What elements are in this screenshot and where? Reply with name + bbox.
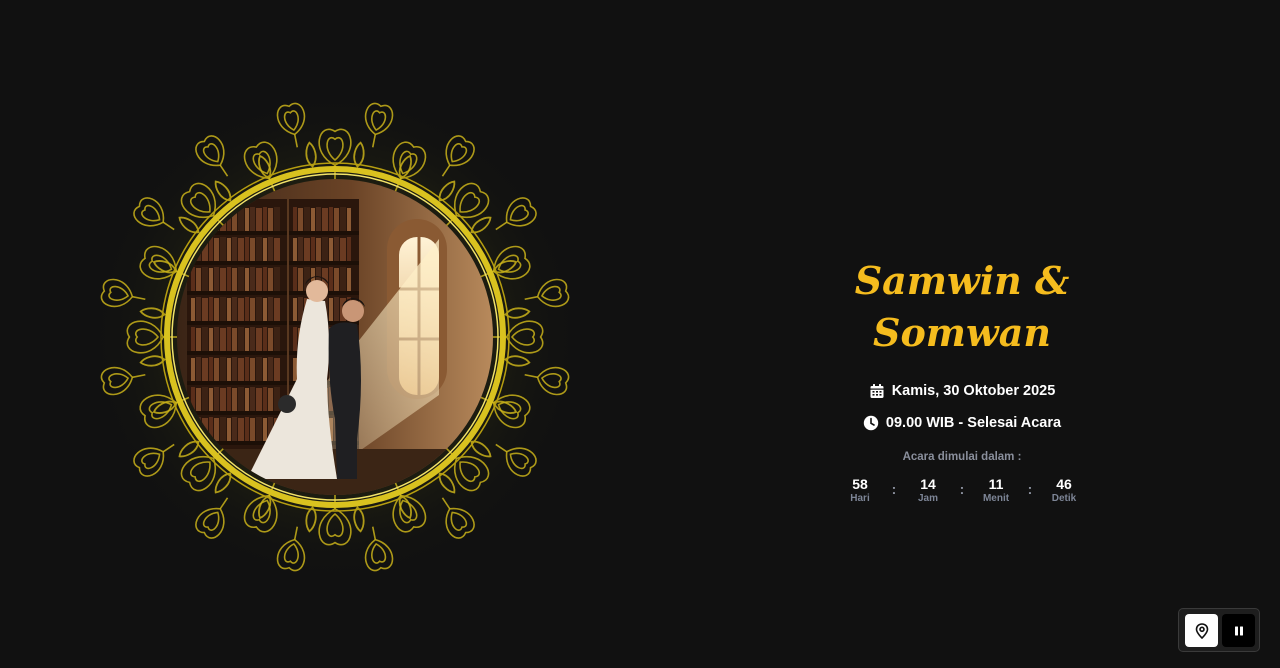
countdown-label: Acara dimulai dalam : <box>902 451 1022 463</box>
pause-music-button[interactable] <box>1222 614 1255 647</box>
countdown-days: 58 Hari <box>838 476 882 505</box>
event-time-text: 09.00 WIB - Selesai Acara <box>885 415 1062 431</box>
event-time-row: 09.00 WIB - Selesai Acara <box>760 412 1164 434</box>
event-date-text: Kamis, 30 Oktober 2025 <box>891 383 1056 399</box>
countdown-days-value: 58 <box>852 476 868 492</box>
countdown-hours-value: 14 <box>920 476 936 492</box>
couple-photo <box>177 179 493 495</box>
calendar-icon <box>869 383 885 399</box>
countdown-days-label: Hari <box>850 493 870 504</box>
countdown-minutes-value: 11 <box>988 476 1004 492</box>
floating-controls <box>1178 608 1260 652</box>
location-button[interactable] <box>1185 614 1218 647</box>
event-date-row: Kamis, 30 Oktober 2025 <box>760 380 1164 402</box>
countdown-separator: : <box>891 481 897 497</box>
countdown-timer: 58 Hari : 14 Jam : 11 Menit : 46 Detik <box>760 476 1164 505</box>
countdown-hours-label: Jam <box>917 493 938 504</box>
countdown-separator: : <box>1027 481 1033 497</box>
pause-icon <box>1234 626 1243 635</box>
photo-frame <box>85 87 585 587</box>
countdown-seconds-value: 46 <box>1056 476 1072 492</box>
countdown-minutes: 11 Menit <box>974 476 1018 505</box>
countdown-seconds: 46 Detik <box>1042 476 1086 505</box>
event-info: Samwin & Somwan Kamis, 30 Oktober 2025 0… <box>760 255 1164 505</box>
countdown-separator: : <box>959 481 965 497</box>
clock-icon <box>863 415 879 431</box>
map-pin-icon <box>1195 622 1208 639</box>
countdown-minutes-label: Menit <box>982 493 1010 504</box>
countdown-hours: 14 Jam <box>906 476 950 505</box>
couple-names-title: Samwin & Somwan <box>854 258 1070 355</box>
countdown-seconds-label: Detik <box>1051 493 1077 504</box>
invitation-page: Samwin & Somwan Kamis, 30 Oktober 2025 0… <box>0 0 1280 668</box>
